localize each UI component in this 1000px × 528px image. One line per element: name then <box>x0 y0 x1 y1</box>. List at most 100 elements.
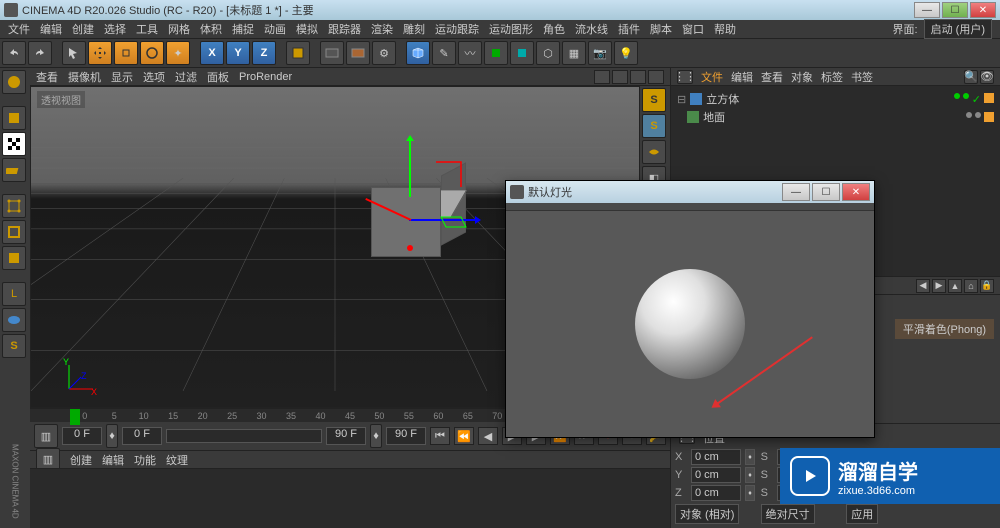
om-tab-tags[interactable]: 标签 <box>821 69 843 85</box>
vp-nav-button-4[interactable] <box>648 70 664 84</box>
menu-render[interactable]: 渲染 <box>371 21 393 37</box>
pos-z-input[interactable]: 0 cm <box>691 485 741 501</box>
spin-icon[interactable]: ♦ <box>745 485 755 501</box>
scale-tool[interactable] <box>114 41 138 65</box>
material-manager[interactable] <box>30 468 670 528</box>
menu-select[interactable]: 选择 <box>104 21 126 37</box>
menu-mograph[interactable]: 运动图形 <box>489 21 533 37</box>
make-editable-button[interactable] <box>2 70 26 94</box>
menu-mesh[interactable]: 网格 <box>168 21 190 37</box>
generator-button[interactable] <box>484 41 508 65</box>
model-mode-button[interactable] <box>2 106 26 130</box>
phong-tag-icon[interactable] <box>984 112 994 122</box>
menu-file[interactable]: 文件 <box>8 21 30 37</box>
om-tab-bookmarks[interactable]: 书签 <box>851 69 873 85</box>
menu-volume[interactable]: 体积 <box>200 21 222 37</box>
spin-icon[interactable]: ♦ <box>745 449 755 465</box>
redo-button[interactable] <box>28 41 52 65</box>
texture-mode-button[interactable] <box>2 132 26 156</box>
timeline-track[interactable] <box>166 429 322 443</box>
playhead-icon[interactable] <box>70 409 80 425</box>
pos-x-input[interactable]: 0 cm <box>691 449 741 465</box>
axis-x-button[interactable]: X <box>200 41 224 65</box>
minimize-button[interactable]: — <box>914 2 940 18</box>
undo-button[interactable] <box>2 41 26 65</box>
menu-sculpt[interactable]: 雕刻 <box>403 21 425 37</box>
timeline-icon-1[interactable]: ▥ <box>34 424 58 448</box>
vps-button-1[interactable]: S <box>642 88 666 112</box>
frame-out-spin[interactable]: ♦ <box>370 424 382 448</box>
mat-tab-texture[interactable]: 纹理 <box>166 452 188 468</box>
render-settings-button[interactable]: ⚙ <box>372 41 396 65</box>
frame-start-spin[interactable]: ♦ <box>106 424 118 448</box>
workplane-mode-button[interactable] <box>2 158 26 182</box>
mat-tab-function[interactable]: 功能 <box>134 452 156 468</box>
light-sphere-icon[interactable] <box>635 269 745 379</box>
menu-help[interactable]: 帮助 <box>714 21 736 37</box>
frame-in-input[interactable]: 0 F <box>122 427 162 445</box>
size-mode-select[interactable]: 绝对尺寸 <box>761 504 815 524</box>
popup-maximize-button[interactable]: ☐ <box>812 183 840 201</box>
move-tool[interactable] <box>88 41 112 65</box>
menu-motiontrack[interactable]: 运动跟踪 <box>435 21 479 37</box>
vp-menu-filter[interactable]: 过滤 <box>175 69 197 85</box>
goto-start-button[interactable]: ⏮ <box>430 427 450 445</box>
render-view-button[interactable] <box>320 41 344 65</box>
menu-pipeline[interactable]: 流水线 <box>575 21 608 37</box>
vps-button-2[interactable]: S <box>642 114 666 138</box>
prev-key-button[interactable]: ⏪ <box>454 427 474 445</box>
menu-tools[interactable]: 工具 <box>136 21 158 37</box>
apply-button[interactable]: 应用 <box>846 504 878 524</box>
menu-animate[interactable]: 动画 <box>264 21 286 37</box>
om-tab-edit[interactable]: 编辑 <box>731 69 753 85</box>
mat-tab-create[interactable]: 创建 <box>70 452 92 468</box>
menu-plugins[interactable]: 插件 <box>618 21 640 37</box>
last-tool[interactable]: ✦ <box>166 41 190 65</box>
close-button[interactable]: ✕ <box>970 2 996 18</box>
vp-nav-button-3[interactable] <box>630 70 646 84</box>
menu-tracker[interactable]: 跟踪器 <box>328 21 361 37</box>
vp-menu-options[interactable]: 选项 <box>143 69 165 85</box>
menu-snap[interactable]: 捕捉 <box>232 21 254 37</box>
point-mode-button[interactable] <box>2 194 26 218</box>
om-tab-object[interactable]: 对象 <box>791 69 813 85</box>
camera-button[interactable]: ▦ <box>562 41 586 65</box>
am-back-button[interactable]: ◀ <box>916 279 930 293</box>
coord-mode-select[interactable]: 对象 (相对) <box>675 504 739 524</box>
vp-nav-button-2[interactable] <box>612 70 628 84</box>
cube-primitive-button[interactable] <box>406 41 430 65</box>
spin-icon[interactable]: ♦ <box>745 467 755 483</box>
menu-window[interactable]: 窗口 <box>682 21 704 37</box>
vp-nav-button-1[interactable] <box>594 70 610 84</box>
prev-frame-button[interactable]: ◀ <box>478 427 498 445</box>
popup-minimize-button[interactable]: — <box>782 183 810 201</box>
om-grip-icon[interactable]: ⋮⋮ <box>677 70 693 84</box>
polygon-mode-button[interactable] <box>2 246 26 270</box>
select-tool[interactable] <box>62 41 86 65</box>
scene-button[interactable]: 📷 <box>588 41 612 65</box>
om-search-icon[interactable]: 🔍 <box>964 70 978 84</box>
environment-button[interactable]: ⬡ <box>536 41 560 65</box>
am-up-button[interactable]: ▲ <box>948 279 962 293</box>
maximize-button[interactable]: ☐ <box>942 2 968 18</box>
spline-button[interactable]: 〰 <box>458 41 482 65</box>
coord-system-button[interactable] <box>286 41 310 65</box>
axis-mode-button[interactable]: L <box>2 282 26 306</box>
om-tab-view[interactable]: 查看 <box>761 69 783 85</box>
om-eye-icon[interactable]: 👁 <box>980 70 994 84</box>
frame-end-input[interactable]: 90 F <box>386 427 426 445</box>
menu-character[interactable]: 角色 <box>543 21 565 37</box>
vps-button-3[interactable] <box>642 140 666 164</box>
object-row-floor[interactable]: 地面 <box>675 108 996 126</box>
rotate-tool[interactable] <box>140 41 164 65</box>
am-home-button[interactable]: ⌂ <box>964 279 978 293</box>
frame-start-input[interactable]: 0 F <box>62 427 102 445</box>
menu-edit[interactable]: 编辑 <box>40 21 62 37</box>
pos-y-input[interactable]: 0 cm <box>691 467 741 483</box>
vp-menu-display[interactable]: 显示 <box>111 69 133 85</box>
layout-select[interactable]: 启动 (用户) <box>924 19 992 39</box>
light-button[interactable]: 💡 <box>614 41 638 65</box>
light-preview[interactable] <box>506 211 874 437</box>
vp-menu-prorender[interactable]: ProRender <box>239 71 292 83</box>
popup-grip-icon[interactable] <box>506 203 874 211</box>
